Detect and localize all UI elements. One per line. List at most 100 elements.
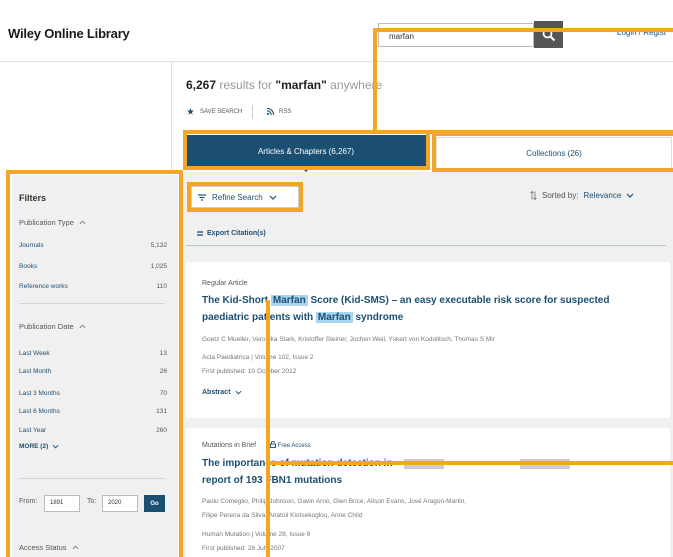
chevron-up-icon <box>72 545 78 550</box>
filter-item-label: Reference works <box>19 283 68 290</box>
filter-item-journals[interactable]: Journals 5,132 <box>19 242 167 249</box>
filter-item-count: 131 <box>156 408 167 415</box>
search-term-highlight: Marfan <box>270 295 308 306</box>
article-type: Regular Article <box>202 280 248 287</box>
search-icon <box>542 28 555 41</box>
filter-item-label: Books <box>19 263 38 270</box>
refine-search-button[interactable]: Refine Search <box>191 186 299 208</box>
free-access-badge: Free Access <box>270 440 311 449</box>
filter-item-count: 5,132 <box>150 242 167 249</box>
site-logo[interactable]: Wiley Online Library <box>8 26 130 41</box>
chevron-up-icon <box>79 324 86 329</box>
search-term-highlight <box>404 459 444 469</box>
chevron-down-icon <box>269 195 277 200</box>
publication-date-toggle[interactable]: Publication Date <box>19 322 86 331</box>
filter-heading: Publication Type <box>19 218 74 227</box>
export-citations-link[interactable]: Export Citation(s) <box>197 230 266 237</box>
filter-item-count: 70 <box>159 390 167 397</box>
tab-collections[interactable]: Collections (26) <box>436 137 672 169</box>
divider <box>19 303 165 304</box>
access-status-toggle[interactable]: Access Status <box>19 543 79 552</box>
article-type: Mutations in Brief Free Access <box>202 440 311 449</box>
filter-heading: Access Status <box>19 543 67 552</box>
results-count: 6,267 results for "marfan" anywhere <box>186 78 382 92</box>
tab-articles-chapters[interactable]: Articles & Chapters (6,267) <box>186 135 426 167</box>
filter-item-count: 260 <box>156 427 167 434</box>
login-link[interactable]: Login / Regist <box>617 28 666 37</box>
results-query: "marfan" <box>275 78 327 92</box>
filter-item-label: Journals <box>19 242 44 249</box>
divider <box>19 478 165 479</box>
article-title-link[interactable]: The Kid-Short Marfan Score (Kid-SMS) – a… <box>202 292 642 326</box>
filter-item-count: 1,025 <box>150 263 167 270</box>
filter-item-last-week[interactable]: Last Week 13 <box>19 350 167 357</box>
title-text: syndrome <box>352 312 404 323</box>
chevron-up-icon <box>79 220 86 225</box>
sort-icon <box>530 191 537 200</box>
rss-label: RSS <box>279 108 292 115</box>
sort-prefix: Sorted by: <box>542 191 579 200</box>
filter-item-reference-works[interactable]: Reference works 110 <box>19 283 167 290</box>
save-search-link[interactable]: SAVE SEARCH <box>187 108 242 115</box>
publication-type-toggle[interactable]: Publication Type <box>19 218 86 227</box>
site-header: Wiley Online Library marfan Login / Regi… <box>0 0 673 62</box>
year-to-label: To: <box>87 498 97 505</box>
filter-item-label: Last Week <box>19 350 50 357</box>
search-term-highlight: Marfan <box>315 312 353 323</box>
rss-icon <box>267 108 274 115</box>
more-dates-button[interactable]: MORE (2) <box>19 443 59 450</box>
filter-heading: Publication Date <box>19 322 74 331</box>
abstract-label: Abstract <box>202 389 231 396</box>
divider <box>252 105 253 119</box>
search-term-highlight <box>520 459 570 469</box>
title-text: Score (Kid-SMS) – an easy executable ris… <box>307 295 610 306</box>
search-input[interactable]: marfan <box>378 23 534 47</box>
sort-value: Relevance <box>583 191 622 200</box>
year-go-button[interactable]: Go <box>144 495 165 512</box>
save-search-label: SAVE SEARCH <box>200 108 243 115</box>
filter-icon <box>198 193 206 201</box>
divider <box>186 245 666 246</box>
year-from-input[interactable]: 1891 <box>44 495 80 512</box>
article-type-label: Mutations in Brief <box>202 442 257 449</box>
title-text: The Kid-Short <box>202 295 271 306</box>
article-journal[interactable]: Human Mutation | Volume 28, Issue 9 <box>202 531 310 538</box>
search-button[interactable] <box>534 21 563 48</box>
left-column-spacer <box>0 62 172 172</box>
article-published-date: First published: 26 July 2007 <box>202 545 285 552</box>
abstract-toggle[interactable]: Abstract <box>202 389 242 396</box>
export-icon <box>197 231 203 236</box>
article-authors: Paolo Comeglio, Philip Johnson, Gavin Ar… <box>202 498 467 505</box>
filter-item-books[interactable]: Books 1,025 <box>19 263 167 270</box>
filter-item-label: Last 3 Months <box>19 390 60 397</box>
article-title-link[interactable]: The importance of mutation detection in <box>202 455 492 472</box>
refine-search-label: Refine Search <box>212 192 263 202</box>
chevron-down-icon <box>235 390 242 395</box>
article-authors: Goetz C Mueller, Veronika Stark, Kristof… <box>202 336 495 343</box>
rss-link[interactable]: RSS <box>267 108 291 115</box>
more-label: MORE (2) <box>19 443 49 450</box>
filter-item-last-month[interactable]: Last Month 26 <box>19 368 167 375</box>
chevron-down-icon <box>52 444 59 449</box>
free-access-label: Free Access <box>277 443 311 449</box>
filter-item-label: Last Month <box>19 368 52 375</box>
star-icon <box>187 108 194 115</box>
filter-item-label: Last Year <box>19 427 47 434</box>
sort-control[interactable]: Sorted by: Relevance <box>530 191 634 200</box>
filter-item-last-year[interactable]: Last Year 260 <box>19 427 167 434</box>
year-from-label: From: <box>19 498 38 505</box>
filter-item-count: 110 <box>156 283 167 290</box>
filter-item-last-3-months[interactable]: Last 3 Months 70 <box>19 390 167 397</box>
article-title-link[interactable]: report of 193 FBN1 mutations <box>202 472 492 489</box>
article-journal[interactable]: Acta Paediatrica | Volume 102, Issue 2 <box>202 354 314 361</box>
filters-title: Filters <box>19 193 47 203</box>
article-authors: Filipe Pereira da Silva, Anatoli Kiotsek… <box>202 512 363 519</box>
filter-item-last-6-months[interactable]: Last 6 Months 131 <box>19 408 167 415</box>
year-to-input[interactable]: 2020 <box>102 495 138 512</box>
results-text: results for <box>219 78 273 92</box>
results-number: 6,267 <box>186 78 217 92</box>
filter-item-count: 26 <box>159 368 167 375</box>
unlock-icon <box>270 440 276 448</box>
filter-item-count: 13 <box>159 350 167 357</box>
results-scope: anywhere <box>330 78 383 92</box>
